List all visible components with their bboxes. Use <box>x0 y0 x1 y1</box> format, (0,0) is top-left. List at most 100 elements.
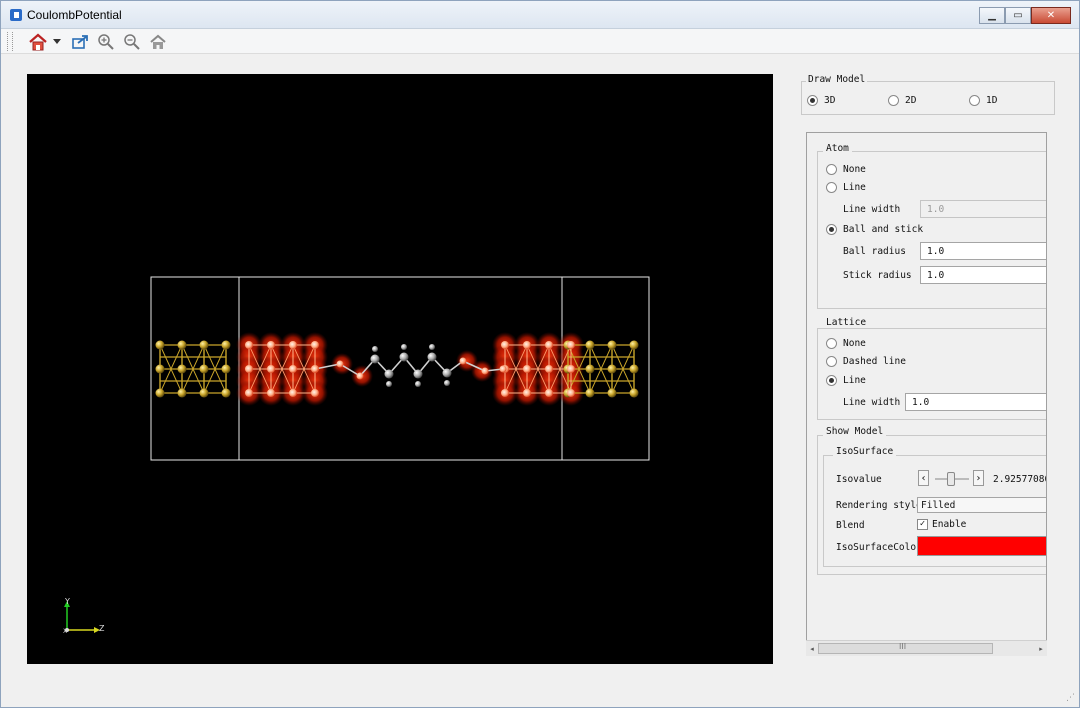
settings-scroll-panel[interactable]: Atom None Line Line width 1.0 Ball and s… <box>806 132 1047 656</box>
maximize-icon: ▭ <box>1013 10 1023 21</box>
blend-label: Blend <box>836 520 865 531</box>
contact-atom <box>245 341 253 349</box>
atom-line-label: Line <box>843 182 866 193</box>
isosurface-title: IsoSurface <box>833 446 897 457</box>
isosurface-color-label: IsoSurfaceColor <box>836 542 922 553</box>
home-icon <box>29 33 47 50</box>
minimize-button[interactable]: ▁ <box>979 7 1005 24</box>
toolbar <box>1 29 1079 54</box>
atom-line-width-field[interactable]: 1.0 <box>920 200 1046 218</box>
app-icon <box>10 9 22 21</box>
stick-radius-label: Stick radius <box>843 270 912 281</box>
contact-atom <box>267 341 275 349</box>
lattice-line-width-field[interactable]: 1.0 <box>905 393 1046 411</box>
lattice-dashed-indicator <box>826 356 837 367</box>
rendering-style-label: Rendering style <box>836 500 922 511</box>
scroll-left-button[interactable]: ◂ <box>806 641 818 657</box>
contact-atom <box>267 389 275 397</box>
gold-atom <box>177 340 187 350</box>
radio-3d-label: 3D <box>824 95 836 106</box>
isovalue-increase-button[interactable]: › <box>973 470 984 486</box>
lattice-radio-none[interactable]: None <box>826 338 866 349</box>
contact-atom <box>545 365 553 373</box>
isovalue-slider[interactable] <box>933 470 971 488</box>
checkmark-icon: ✓ <box>917 519 928 530</box>
reset-view-icon <box>150 34 166 49</box>
stick-radius-field[interactable]: 1.0 <box>920 266 1046 284</box>
resize-grip-icon[interactable]: ⋰ <box>1066 693 1075 703</box>
atom-line-width-label: Line width <box>843 204 901 215</box>
linker-atom <box>499 365 507 373</box>
gold-atom <box>629 364 639 374</box>
contact-atom <box>501 389 509 397</box>
ball-radius-field[interactable]: 1.0 <box>920 242 1046 260</box>
export-button[interactable] <box>69 31 91 52</box>
gold-atom <box>585 364 595 374</box>
maximize-button[interactable]: ▭ <box>1005 7 1031 24</box>
radio-3d[interactable]: 3D <box>807 95 835 106</box>
gold-atom <box>221 340 231 350</box>
hydrogen-atom <box>386 381 392 387</box>
atom-radio-line[interactable]: Line <box>826 182 866 193</box>
minimize-icon: ▁ <box>988 10 996 21</box>
radio-2d-indicator <box>888 95 899 106</box>
arrow-right-icon: ▸ <box>1039 645 1043 653</box>
radio-1d-label: 1D <box>986 95 998 106</box>
gold-atom <box>629 388 639 398</box>
lattice-line-width-label: Line width <box>843 397 901 408</box>
radio-1d[interactable]: 1D <box>969 95 997 106</box>
draw-model-group <box>801 81 1055 115</box>
carbon-atom <box>442 368 452 378</box>
rendering-style-select[interactable]: Filled <box>917 497 1046 513</box>
radio-1d-indicator <box>969 95 980 106</box>
atom-radio-ball-stick[interactable]: Ball and stick <box>826 224 923 235</box>
blend-enable-checkbox[interactable]: ✓ Enable <box>917 519 966 530</box>
scrollbar-thumb[interactable]: III <box>818 642 993 654</box>
close-button[interactable]: ✕ <box>1031 7 1071 24</box>
home-dropdown-button[interactable] <box>51 31 63 52</box>
draw-model-title: Draw Model <box>806 74 868 85</box>
zoom-out-button[interactable] <box>121 31 143 52</box>
contact-atom <box>523 365 531 373</box>
dropdown-icon <box>53 38 61 44</box>
carbon-atom <box>427 352 437 362</box>
contact-atom <box>311 389 319 397</box>
hydrogen-atom <box>401 344 407 350</box>
contact-atom <box>245 365 253 373</box>
contact-atom <box>501 341 509 349</box>
carbon-atom <box>370 354 380 364</box>
3d-viewport[interactable]: Y Z X <box>27 74 773 664</box>
chevron-right-icon: › <box>976 472 981 484</box>
lattice-line-indicator <box>826 375 837 386</box>
atom-none-indicator <box>826 164 837 175</box>
lattice-radio-line[interactable]: Line <box>826 375 866 386</box>
ball-radius-label: Ball radius <box>843 246 906 257</box>
isosurface-color-swatch[interactable] <box>917 536 1046 556</box>
radio-2d[interactable]: 2D <box>888 95 916 106</box>
horizontal-scrollbar[interactable]: ◂ III ▸ <box>806 640 1047 656</box>
zoom-in-button[interactable] <box>95 31 117 52</box>
atom-none-label: None <box>843 164 866 175</box>
chevron-left-icon: ‹ <box>921 472 926 484</box>
reset-view-button[interactable] <box>147 31 169 52</box>
axis-label-y: Y <box>64 597 70 606</box>
radio-3d-indicator <box>807 95 818 106</box>
carbon-atom <box>413 369 423 379</box>
home-button[interactable] <box>27 31 49 52</box>
lattice-radio-dashed[interactable]: Dashed line <box>826 356 906 367</box>
contact-atom <box>311 341 319 349</box>
atom-radio-none[interactable]: None <box>826 164 866 175</box>
gold-atom <box>607 388 617 398</box>
atom-ball-stick-label: Ball and stick <box>843 224 924 235</box>
atom-line-indicator <box>826 182 837 193</box>
hydrogen-atom <box>372 346 378 352</box>
close-icon: ✕ <box>1046 10 1056 21</box>
export-icon <box>72 34 88 49</box>
toolbar-grip[interactable] <box>7 32 13 51</box>
gold-atom <box>177 364 187 374</box>
gold-atom <box>199 388 209 398</box>
slider-handle[interactable] <box>947 472 955 486</box>
isovalue-decrease-button[interactable]: ‹ <box>918 470 929 486</box>
scroll-right-button[interactable]: ▸ <box>1035 641 1047 657</box>
gold-atom <box>221 364 231 374</box>
